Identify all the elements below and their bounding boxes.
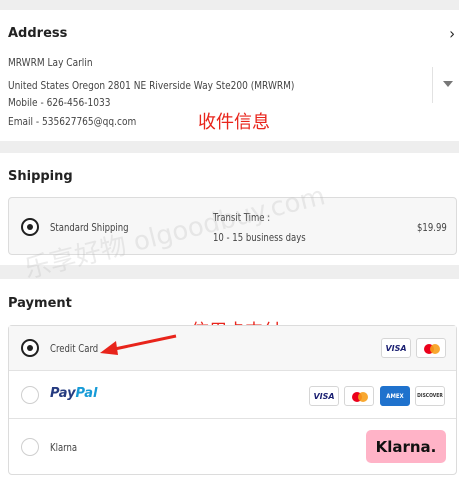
klarna-label: Klarna [50,441,78,454]
payment-option-paypal[interactable]: PayPal VISA AMEX DISCOVER [9,372,456,419]
shipping-price: $19.99 [417,221,447,234]
shipping-section: Shipping Standard Shipping Transit Time … [0,153,459,265]
amex-icon: AMEX [380,386,410,406]
paypal-logo: PayPal [50,386,98,401]
transit-time-label: Transit Time : [213,211,271,224]
shipping-option[interactable]: Standard Shipping Transit Time : 10 - 15… [8,197,457,255]
visa-icon: VISA [381,338,411,358]
payment-section: Payment 信用卡支付 Credit Card VISA PayPal VI… [0,279,459,479]
credit-card-radio[interactable] [21,339,39,357]
shipping-title: Shipping [8,169,73,184]
shipping-radio[interactable] [21,218,39,236]
klarna-badge: Klarna. [366,430,446,463]
payment-methods-box: Credit Card VISA PayPal VISA AMEX DISCOV… [8,325,457,475]
caret-down-icon [443,81,453,87]
payment-option-credit-card[interactable]: Credit Card VISA [9,326,456,371]
paypal-radio[interactable] [21,386,39,404]
mastercard-icon [344,386,374,406]
address-title: Address [8,26,68,41]
email-address: Email - 535627765@qq.com [8,115,137,128]
transit-time-value: 10 - 15 business days [213,231,306,244]
chevron-right-icon[interactable]: › [449,24,455,43]
visa-icon: VISA [309,386,339,406]
shipping-option-label: Standard Shipping [50,221,129,234]
address-annotation: 收件信息 [198,112,270,133]
klarna-radio[interactable] [21,438,39,456]
mastercard-icon [416,338,446,358]
credit-card-label: Credit Card [50,342,99,355]
address-dropdown[interactable] [432,67,459,103]
recipient-name: MRWRM Lay Carlin [8,56,93,69]
mobile-number: Mobile - 626-456-1033 [8,96,111,109]
street-address: United States Oregon 2801 NE Riverside W… [8,79,295,92]
discover-icon: DISCOVER [415,386,445,406]
payment-title: Payment [8,296,72,311]
annotation-arrow-icon [100,334,177,355]
address-section: Address › MRWRM Lay Carlin United States… [0,10,459,141]
payment-option-klarna[interactable]: Klarna Klarna. [9,420,456,474]
